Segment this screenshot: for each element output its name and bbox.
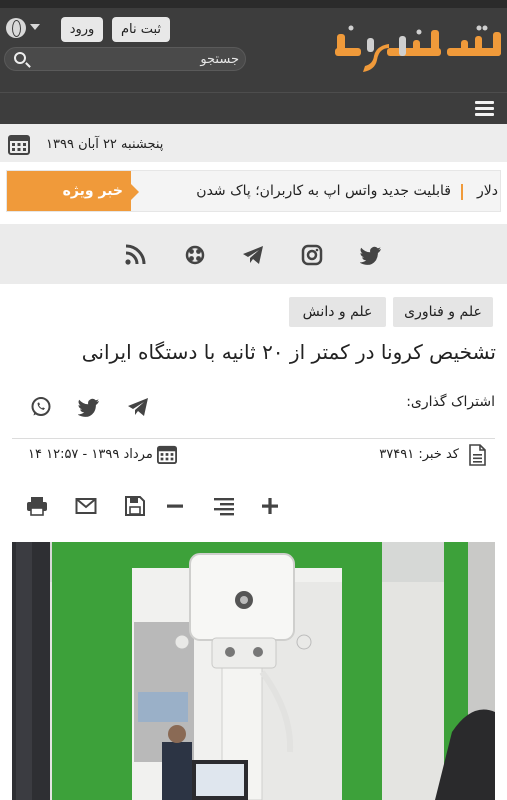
category-tag-tech[interactable]: علم و فناوری bbox=[393, 297, 493, 327]
share-label: اشتراک گذاری: bbox=[406, 394, 495, 410]
news-code: کد خبر: ۳۷۴۹۱ bbox=[379, 447, 459, 462]
document-icon bbox=[469, 444, 486, 466]
nav-bar bbox=[0, 92, 507, 124]
xray-device-image bbox=[12, 542, 495, 800]
status-strip bbox=[0, 0, 507, 8]
current-date: پنجشنبه ۲۲ آبان ۱۳۹۹ bbox=[46, 137, 164, 152]
top-header: ورود ثبت نام bbox=[0, 0, 507, 92]
article-title: تشخیص کرونا در کمتر از ۲۰ ثانیه با دستگا… bbox=[81, 340, 496, 364]
increase-font-icon[interactable] bbox=[260, 496, 282, 516]
globe-icon[interactable] bbox=[6, 18, 26, 38]
category-tag-science[interactable]: علم و دانش bbox=[289, 297, 386, 327]
calendar-icon bbox=[8, 135, 30, 155]
calendar-icon bbox=[157, 445, 177, 464]
telegram-share-icon[interactable] bbox=[127, 396, 149, 418]
twitter-icon[interactable] bbox=[360, 244, 382, 266]
whatsapp-share-icon[interactable] bbox=[30, 396, 52, 418]
aparat-icon[interactable] bbox=[184, 244, 206, 266]
save-icon[interactable] bbox=[124, 496, 146, 516]
ticker-item[interactable]: دلار bbox=[470, 171, 498, 211]
rss-icon[interactable] bbox=[124, 244, 146, 266]
divider bbox=[12, 438, 495, 439]
instagram-icon[interactable] bbox=[301, 244, 323, 266]
register-button[interactable]: ثبت نام bbox=[112, 17, 170, 42]
logo-mark bbox=[335, 25, 501, 72]
ticker-separator bbox=[461, 184, 463, 200]
ticker-label: خبر ویژه bbox=[7, 171, 139, 211]
search-icon[interactable] bbox=[14, 52, 26, 64]
news-ticker: خبر ویژه قابلیت جدید واتس اپ به کاربران؛… bbox=[6, 170, 501, 212]
search-box[interactable] bbox=[4, 47, 246, 71]
article-photo bbox=[12, 542, 495, 800]
publish-date: ۱۴ مرداد ۱۳۹۹ - ۱۲:۵۷ bbox=[28, 447, 153, 462]
print-icon[interactable] bbox=[26, 496, 48, 516]
ticker-item[interactable]: قابلیت جدید واتس اپ به کاربران؛ پاک شدن bbox=[141, 171, 451, 211]
align-right-icon[interactable] bbox=[212, 496, 234, 516]
telegram-icon[interactable] bbox=[242, 244, 264, 266]
search-input[interactable] bbox=[33, 50, 239, 68]
email-icon[interactable] bbox=[75, 496, 97, 516]
hamburger-menu-icon[interactable] bbox=[475, 101, 494, 117]
site-logo[interactable] bbox=[327, 22, 503, 74]
chevron-down-icon[interactable] bbox=[30, 24, 40, 30]
twitter-share-icon[interactable] bbox=[78, 396, 100, 418]
login-button[interactable]: ورود bbox=[61, 17, 103, 42]
decrease-font-icon[interactable] bbox=[165, 496, 187, 516]
